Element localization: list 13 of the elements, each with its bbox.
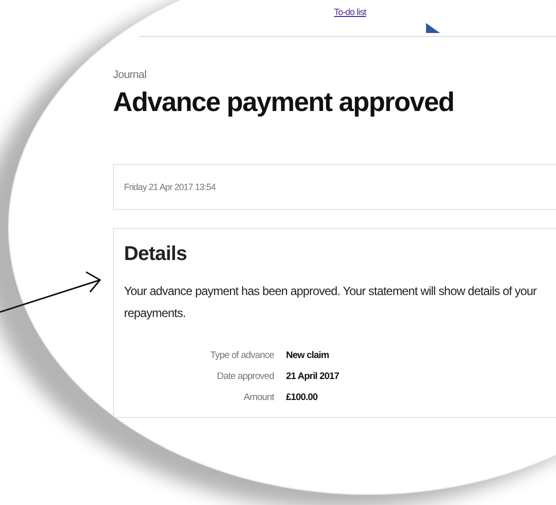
tab-marker-icon <box>426 23 440 33</box>
section-label: Journal <box>113 69 148 81</box>
details-message: Your advance payment has been approved. Your statement will show details of your repayments. <box>124 283 538 322</box>
todo-link[interactable]: To-do list <box>334 7 366 17</box>
timestamp: Friday 21 Apr 2017 13:54 <box>124 182 216 192</box>
field-value: New claim <box>286 350 330 361</box>
field-label: Date approved <box>216 371 274 382</box>
field-label: Type of advance <box>209 350 274 361</box>
field-label: Amount <box>242 392 274 403</box>
field-value: 21 April 2017 <box>286 371 340 382</box>
page-title: Advance payment approved <box>113 87 455 118</box>
field-value: £100.00 <box>286 392 319 403</box>
details-heading: Details <box>124 243 188 266</box>
